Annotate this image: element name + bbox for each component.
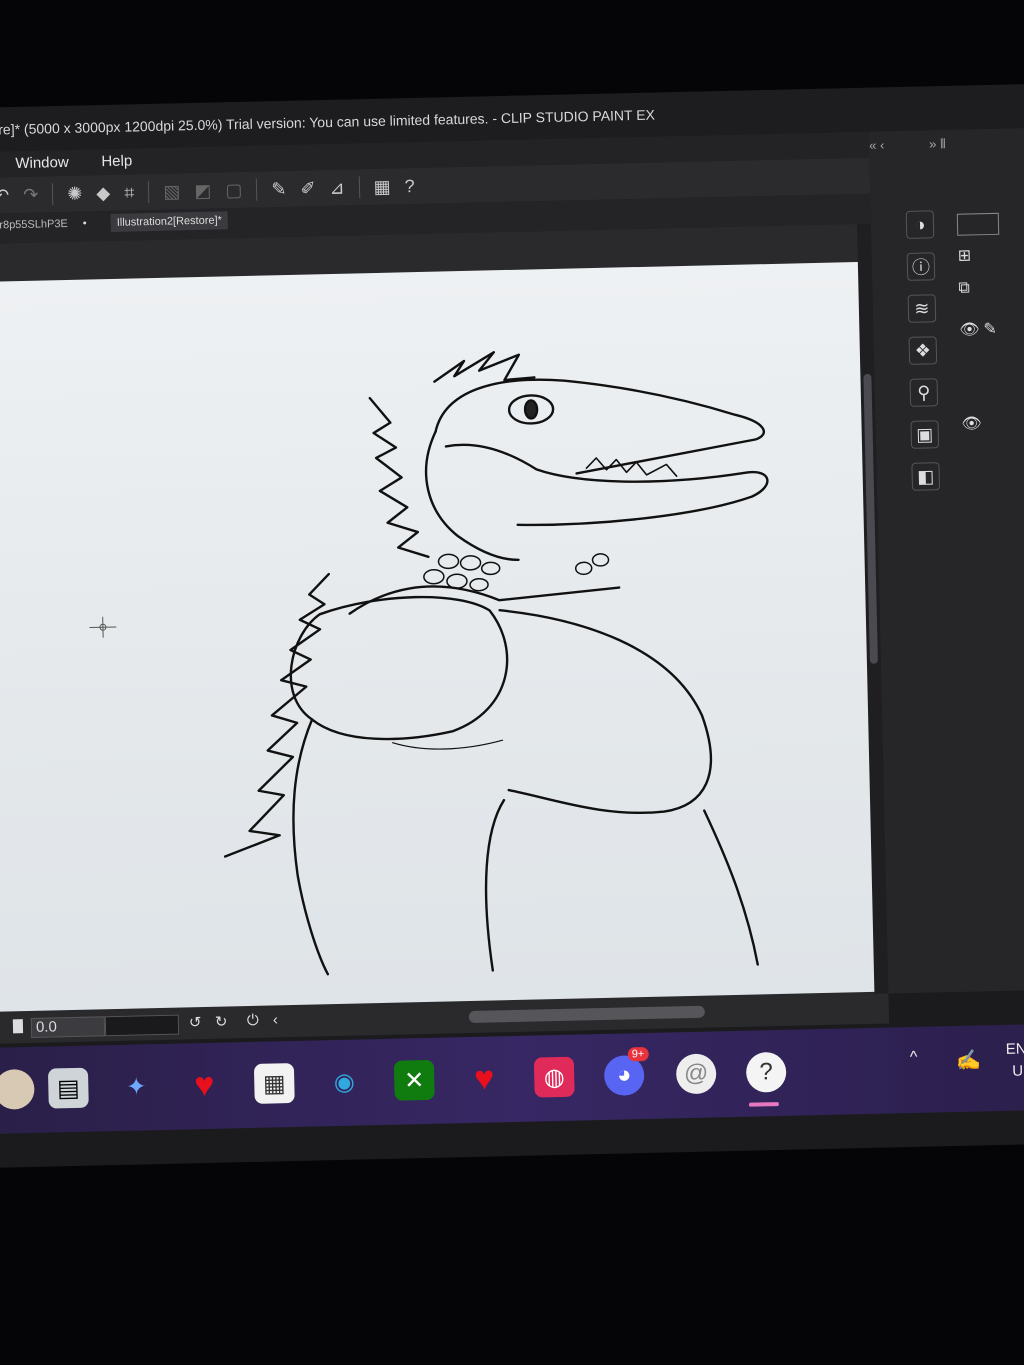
tab-gir8p[interactable]: gir8p55SLhP3E — [0, 218, 68, 232]
color-icon[interactable]: ◧ — [911, 462, 941, 491]
status-marker — [12, 1019, 24, 1034]
navigator-icon[interactable]: ▣ — [910, 420, 940, 449]
discord-badge: 9+ — [627, 1046, 649, 1062]
search-icon[interactable]: ⚲ — [909, 378, 939, 407]
heart-app-icon[interactable]: ♥ — [184, 1065, 225, 1106]
menu-help[interactable]: Help — [101, 152, 132, 170]
heart-app-2-icon[interactable]: ♥ — [464, 1058, 505, 1099]
fill-selection-icon[interactable]: ◩ — [194, 180, 211, 201]
expand-panel-icon[interactable]: » ⦀ — [929, 136, 946, 152]
sketch-drawing — [89, 351, 769, 976]
fill-icon[interactable]: ◆ — [96, 182, 110, 203]
shoulder — [498, 609, 712, 815]
help-icon[interactable]: ? — [404, 176, 414, 197]
eye-icon[interactable]: 👁 — [959, 319, 980, 339]
torso-middle — [484, 798, 506, 972]
taskbar: ▤ ✦ ♥ ▦ ◉ ✕ ♥ ◍ ◕ 9+ @ ? ^ ✍ EN U — [0, 1023, 1024, 1134]
window-title: tore]* (5000 x 3000px 1200dpi 25.0%) Tri… — [0, 106, 656, 138]
zoom-slider[interactable] — [104, 1014, 180, 1037]
app-icon[interactable]: ◍ — [533, 1056, 575, 1098]
layer-property-icon[interactable]: ◑ — [905, 210, 935, 239]
tab-dot-icon: • — [82, 217, 87, 230]
tab-illustration2[interactable]: Illustration2[Restore]* — [110, 211, 229, 232]
language-indicator-sub: U — [1012, 1062, 1024, 1080]
horizontal-scrollbar[interactable] — [468, 1005, 705, 1024]
panel-icon-column: ◑ ⓘ ≋ ❖ ⚲ ▣ ◧ — [901, 210, 945, 491]
torso-right — [703, 809, 759, 966]
toolbar-divider — [358, 176, 360, 199]
brush-tool-icon[interactable]: ✐ — [300, 178, 316, 199]
chevron-up-icon[interactable]: ^ — [910, 1049, 918, 1067]
edge-icon[interactable]: ◉ — [324, 1061, 365, 1102]
drawing-canvas[interactable] — [0, 261, 879, 1012]
collapse-panel-icon[interactable]: « ‹ — [869, 137, 885, 152]
grid-icon[interactable]: ▦ — [373, 176, 390, 197]
color-swatch[interactable] — [956, 212, 1000, 236]
discord-icon[interactable]: ◕ — [603, 1055, 645, 1096]
right-panel: « ‹ » ⦀ ◑ ⓘ ≋ ❖ ⚲ ▣ ◧ ⊞ ⧉ 👁 ✎ 👁 — [868, 128, 1024, 994]
info-icon[interactable]: ⓘ — [906, 252, 936, 281]
pen-tool-icon[interactable]: ✎ — [271, 178, 287, 199]
torso-left — [292, 718, 330, 976]
clear-selection-icon[interactable]: ▧ — [163, 181, 180, 202]
material-icon[interactable]: ❖ — [908, 336, 938, 365]
store-icon[interactable]: ▦ — [253, 1063, 295, 1104]
chevron-left-icon[interactable]: ‹ — [273, 1011, 278, 1028]
rotate-right-icon[interactable]: ↻ — [215, 1013, 228, 1031]
eye-icon-2[interactable]: 👁 — [961, 413, 982, 433]
screen: tore]* (5000 x 3000px 1200dpi 25.0%) Tri… — [0, 84, 1024, 1168]
jaw — [444, 443, 769, 527]
layers-icon[interactable]: ≋ — [907, 294, 937, 323]
redo-icon[interactable]: ↷ — [23, 184, 39, 205]
layer-add-icon[interactable]: ⊞ — [957, 245, 972, 265]
head-crest — [433, 351, 536, 383]
reset-rotation-icon[interactable]: ⏻ — [247, 1012, 259, 1029]
zoom-value[interactable]: 0.0 — [30, 1016, 106, 1038]
rotate-left-icon[interactable]: ↺ — [189, 1013, 202, 1031]
transform-icon[interactable]: ⌗ — [124, 182, 135, 203]
loading-icon: ✺ — [67, 183, 83, 204]
undo-icon[interactable]: ↶ — [0, 185, 9, 206]
canvas-area[interactable] — [0, 223, 889, 1014]
toolbar-divider — [256, 178, 258, 201]
pen-icon[interactable]: ✎ — [983, 319, 997, 339]
ruler-icon[interactable]: ⊿ — [329, 177, 345, 198]
new-layer-icon[interactable]: ⧉ — [958, 279, 970, 297]
copilot-icon[interactable]: ✦ — [116, 1066, 157, 1107]
menu-window[interactable]: Window — [15, 154, 69, 172]
clip-studio-icon[interactable]: ? — [745, 1051, 787, 1093]
toolbar-divider — [148, 181, 150, 204]
language-indicator[interactable]: EN — [1006, 1040, 1024, 1057]
start-orb-icon[interactable] — [0, 1068, 35, 1110]
swirl-app-icon[interactable]: @ — [675, 1053, 717, 1095]
task-view-icon[interactable]: ▤ — [47, 1067, 89, 1109]
pen-tray-icon[interactable]: ✍ — [956, 1047, 981, 1073]
chest — [289, 595, 509, 741]
selection-icon[interactable]: ▢ — [225, 179, 242, 200]
active-app-indicator — [748, 1102, 779, 1107]
xbox-icon[interactable]: ✕ — [393, 1059, 435, 1101]
toolbar-divider — [52, 183, 54, 206]
crosshair-cursor-icon — [89, 616, 117, 638]
